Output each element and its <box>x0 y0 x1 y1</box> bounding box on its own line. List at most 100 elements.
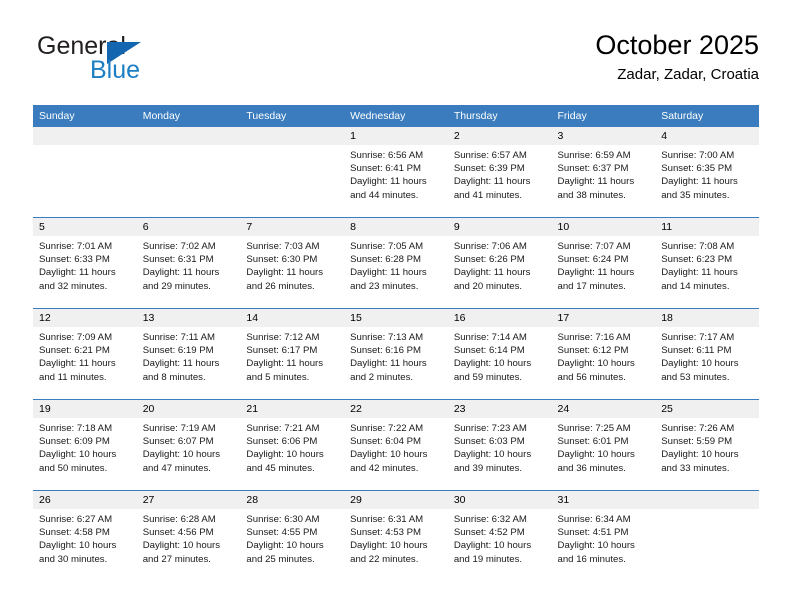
calendar-day-cell[interactable]: 28 Sunrise: 6:30 AM Sunset: 4:55 PM Dayligh… <box>240 490 345 581</box>
calendar-day-cell[interactable]: 12 Sunrise: 7:09 AM Sunset: 6:21 PM Dayligh… <box>33 308 137 400</box>
daylight-text-line2: and 27 minutes. <box>142 553 211 565</box>
day-number: 14 <box>240 309 345 327</box>
calendar-day-cell[interactable]: 20 Sunrise: 7:19 AM Sunset: 6:07 PM Dayligh… <box>136 399 241 491</box>
calendar-day-cell[interactable]: 6 Sunrise: 7:02 AM Sunset: 6:31 PM Daylight… <box>136 217 241 309</box>
day-cell-inner: 15 Sunrise: 7:13 AM Sunset: 6:16 PM Dayligh… <box>344 309 448 399</box>
sunset-text: Sunset: 6:24 PM <box>557 254 629 266</box>
calendar-day-cell[interactable]: 31 Sunrise: 6:34 AM Sunset: 4:51 PM Dayligh… <box>551 490 656 581</box>
calendar-day-cell[interactable]: 11 Sunrise: 7:08 AM Sunset: 6:23 PM Dayligh… <box>655 217 759 309</box>
page-title: October 2025 <box>595 30 759 60</box>
daylight-text-line1: Daylight: 11 hours <box>246 358 324 370</box>
sunset-text: Sunset: 6:09 PM <box>39 436 110 448</box>
daylight-text-line2: and 19 minutes. <box>453 553 523 565</box>
sunset-text: Sunset: 6:07 PM <box>142 436 214 448</box>
calendar-day-cell[interactable]: 27 Sunrise: 6:28 AM Sunset: 4:56 PM Dayligh… <box>136 490 241 581</box>
day-details <box>655 509 759 513</box>
calendar-empty-cell <box>33 127 137 218</box>
calendar-day-cell[interactable]: 19 Sunrise: 7:18 AM Sunset: 6:09 PM Dayligh… <box>33 399 137 491</box>
day-details <box>33 145 137 149</box>
daylight-text-line1: Daylight: 11 hours <box>39 358 116 370</box>
day-cell-inner <box>136 127 241 217</box>
calendar-day-cell[interactable]: 23 Sunrise: 7:23 AM Sunset: 6:03 PM Dayligh… <box>447 399 552 491</box>
calendar-day-cell[interactable]: 21 Sunrise: 7:21 AM Sunset: 6:06 PM Dayligh… <box>240 399 345 491</box>
day-number: 8 <box>344 218 448 236</box>
sunrise-text: Sunrise: 7:13 AM <box>350 332 424 343</box>
calendar-day-cell[interactable]: 4 Sunrise: 7:00 AM Sunset: 6:35 PM Daylight… <box>655 127 759 218</box>
sunset-text: Sunset: 6:03 PM <box>453 436 525 448</box>
calendar-day-cell[interactable]: 17 Sunrise: 7:16 AM Sunset: 6:12 PM Dayligh… <box>551 308 656 400</box>
daylight-text-line2: and 59 minutes. <box>453 371 523 383</box>
day-number: 16 <box>447 309 552 327</box>
daylight-text-line1: Daylight: 10 hours <box>453 358 532 370</box>
calendar-day-cell[interactable]: 14 Sunrise: 7:12 AM Sunset: 6:17 PM Dayligh… <box>240 308 345 400</box>
day-details: Sunrise: 7:16 AM Sunset: 6:12 PM Daylight:… <box>552 327 656 384</box>
calendar-day-cell[interactable]: 1 Sunrise: 6:56 AM Sunset: 6:41 PM Daylight… <box>344 127 448 218</box>
day-cell-inner: 1 Sunrise: 6:56 AM Sunset: 6:41 PM Daylight… <box>344 127 448 217</box>
calendar-day-cell[interactable]: 29 Sunrise: 6:31 AM Sunset: 4:53 PM Dayligh… <box>344 490 448 581</box>
daylight-text-line1: Daylight: 11 hours <box>661 267 738 279</box>
daylight-text-line1: Daylight: 11 hours <box>350 358 427 370</box>
day-number: 29 <box>344 491 448 509</box>
daylight-text-line1: Daylight: 10 hours <box>142 449 221 461</box>
daylight-text-line1: Daylight: 10 hours <box>557 358 635 370</box>
day-cell-inner <box>240 127 345 217</box>
sunset-text: Sunset: 6:21 PM <box>39 345 110 357</box>
day-details: Sunrise: 7:05 AM Sunset: 6:28 PM Daylight:… <box>344 236 448 293</box>
daylight-text-line2: and 56 minutes. <box>557 371 626 383</box>
daylight-text-line1: Daylight: 11 hours <box>453 176 531 188</box>
calendar-day-cell[interactable]: 16 Sunrise: 7:14 AM Sunset: 6:14 PM Dayligh… <box>447 308 552 400</box>
day-cell-inner: 16 Sunrise: 7:14 AM Sunset: 6:14 PM Dayligh… <box>447 309 552 399</box>
day-cell-inner: 11 Sunrise: 7:08 AM Sunset: 6:23 PM Dayligh… <box>655 218 759 308</box>
day-number: 26 <box>33 491 137 509</box>
calendar-day-cell[interactable]: 10 Sunrise: 7:07 AM Sunset: 6:24 PM Dayligh… <box>551 217 656 309</box>
sunset-text: Sunset: 6:33 PM <box>39 254 110 266</box>
daylight-text-line1: Daylight: 11 hours <box>142 358 220 370</box>
calendar-empty-cell <box>136 127 241 218</box>
daylight-text-line1: Daylight: 10 hours <box>661 449 739 461</box>
day-cell-inner: 22 Sunrise: 7:22 AM Sunset: 6:04 PM Dayligh… <box>344 400 448 490</box>
calendar-day-cell[interactable]: 24 Sunrise: 7:25 AM Sunset: 6:01 PM Dayligh… <box>551 399 656 491</box>
daylight-text-line1: Daylight: 10 hours <box>350 449 428 461</box>
day-number: 17 <box>551 309 656 327</box>
day-details: Sunrise: 6:30 AM Sunset: 4:55 PM Daylight:… <box>240 509 344 566</box>
calendar-day-cell[interactable]: 15 Sunrise: 7:13 AM Sunset: 6:16 PM Dayligh… <box>344 308 448 400</box>
sunrise-text: Sunrise: 7:22 AM <box>350 423 424 434</box>
page-subtitle: Zadar, Zadar, Croatia <box>617 66 759 83</box>
daylight-text-line2: and 53 minutes. <box>661 371 730 383</box>
daylight-text-line2: and 33 minutes. <box>661 462 730 474</box>
calendar-day-cell[interactable]: 22 Sunrise: 7:22 AM Sunset: 6:04 PM Dayligh… <box>344 399 448 491</box>
sunrise-text: Sunrise: 6:31 AM <box>350 514 424 525</box>
calendar-day-cell[interactable]: 26 Sunrise: 6:27 AM Sunset: 4:58 PM Dayligh… <box>33 490 137 581</box>
weekday-header-wednesday: Wednesday <box>344 105 448 127</box>
day-details: Sunrise: 6:31 AM Sunset: 4:53 PM Daylight:… <box>344 509 448 566</box>
day-cell-inner: 19 Sunrise: 7:18 AM Sunset: 6:09 PM Dayligh… <box>33 400 137 490</box>
sunrise-text: Sunrise: 7:07 AM <box>557 241 631 252</box>
title-block: October 2025 Zadar, Zadar, Croatia <box>595 28 759 86</box>
calendar-day-cell[interactable]: 30 Sunrise: 6:32 AM Sunset: 4:52 PM Dayligh… <box>447 490 552 581</box>
sunset-text: Sunset: 5:59 PM <box>661 436 733 448</box>
sunset-text: Sunset: 6:19 PM <box>142 345 214 357</box>
calendar-day-cell[interactable]: 5 Sunrise: 7:01 AM Sunset: 6:33 PM Daylight… <box>33 217 137 309</box>
daylight-text-line1: Daylight: 11 hours <box>246 267 324 279</box>
calendar-day-cell[interactable]: 7 Sunrise: 7:03 AM Sunset: 6:30 PM Daylight… <box>240 217 345 309</box>
calendar-day-cell[interactable]: 9 Sunrise: 7:06 AM Sunset: 6:26 PM Daylight… <box>447 217 552 309</box>
daylight-text-line2: and 22 minutes. <box>350 553 419 565</box>
day-details: Sunrise: 7:17 AM Sunset: 6:11 PM Daylight:… <box>655 327 759 384</box>
calendar-day-cell[interactable]: 8 Sunrise: 7:05 AM Sunset: 6:28 PM Daylight… <box>344 217 448 309</box>
calendar-day-cell[interactable]: 13 Sunrise: 7:11 AM Sunset: 6:19 PM Dayligh… <box>136 308 241 400</box>
daylight-text-line1: Daylight: 10 hours <box>557 540 635 552</box>
calendar-day-cell[interactable]: 25 Sunrise: 7:26 AM Sunset: 5:59 PM Dayligh… <box>655 399 759 491</box>
day-cell-inner: 8 Sunrise: 7:05 AM Sunset: 6:28 PM Daylight… <box>344 218 448 308</box>
sunrise-text: Sunrise: 6:59 AM <box>557 150 631 161</box>
day-number: 15 <box>344 309 448 327</box>
day-details: Sunrise: 7:26 AM Sunset: 5:59 PM Daylight:… <box>655 418 759 475</box>
calendar-empty-cell <box>240 127 345 218</box>
calendar-day-cell[interactable]: 18 Sunrise: 7:17 AM Sunset: 6:11 PM Dayligh… <box>655 308 759 400</box>
calendar-day-cell[interactable]: 2 Sunrise: 6:57 AM Sunset: 6:39 PM Daylight… <box>447 127 552 218</box>
day-cell-inner: 20 Sunrise: 7:19 AM Sunset: 6:07 PM Dayligh… <box>136 400 241 490</box>
calendar-day-cell[interactable]: 3 Sunrise: 6:59 AM Sunset: 6:37 PM Daylight… <box>551 127 656 218</box>
calendar-week-row: 5 Sunrise: 7:01 AM Sunset: 6:33 PM Daylight… <box>33 217 759 309</box>
day-number: 11 <box>655 218 759 236</box>
day-cell-inner: 7 Sunrise: 7:03 AM Sunset: 6:30 PM Daylight… <box>240 218 345 308</box>
daylight-text-line2: and 30 minutes. <box>39 553 108 565</box>
